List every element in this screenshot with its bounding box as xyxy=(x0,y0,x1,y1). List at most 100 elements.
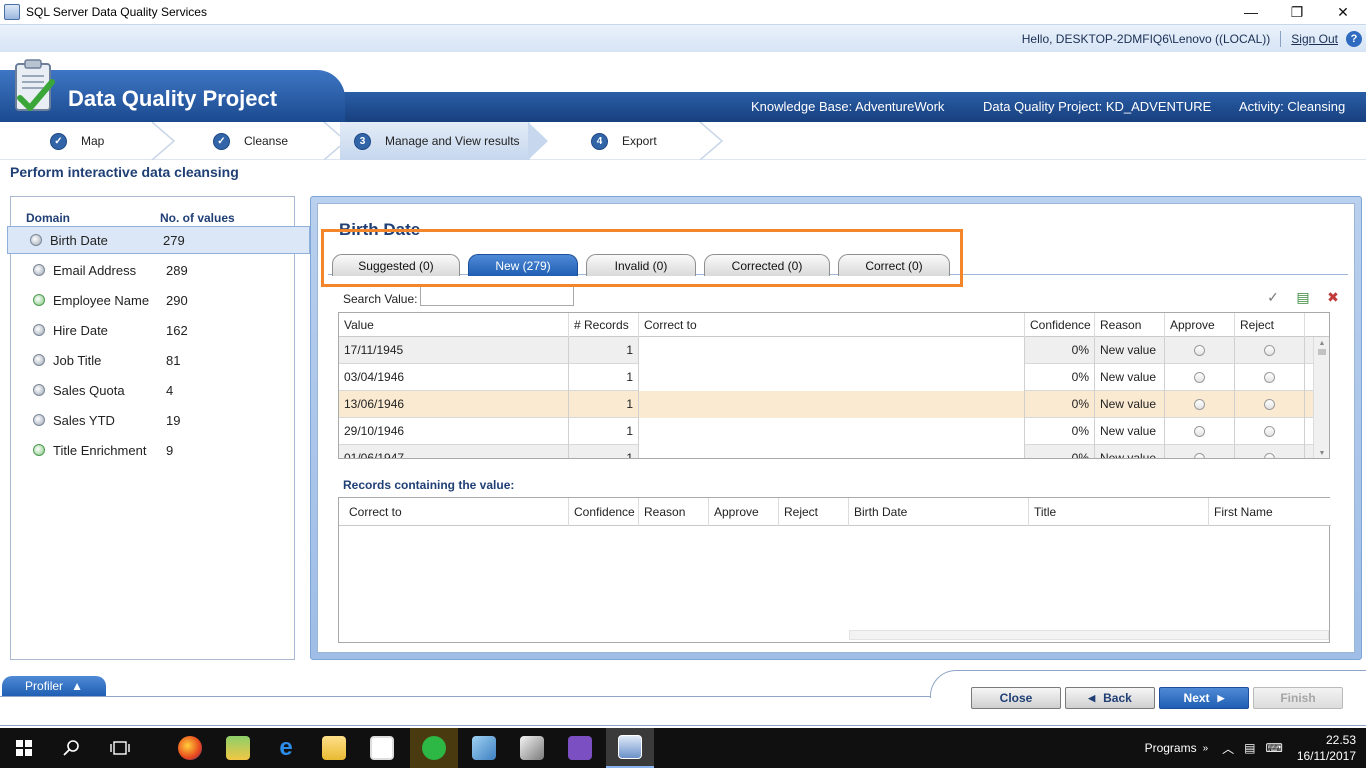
finish-button-label: Finish xyxy=(1280,691,1316,705)
product-title: Data Quality Project xyxy=(68,86,278,111)
project-label: Data Quality Project: KD_ADVENTURE xyxy=(983,99,1212,114)
domain-count: 289 xyxy=(166,262,188,278)
scroll-down-icon[interactable]: ▼ xyxy=(1314,447,1329,458)
column-header-title[interactable]: Title xyxy=(1029,498,1209,526)
domain-item-birth-date[interactable]: Birth Date 279 xyxy=(7,226,310,254)
domain-item-title-enrichment[interactable]: Title Enrichment 9 xyxy=(11,436,314,464)
cell-correct-to[interactable] xyxy=(639,337,1025,364)
approve-radio[interactable] xyxy=(1194,426,1205,438)
taskbar-line[interactable] xyxy=(410,728,458,768)
reject-radio[interactable] xyxy=(1264,426,1275,438)
profiler-tab[interactable]: Profiler ▲ xyxy=(2,676,106,696)
sign-out-link[interactable]: Sign Out xyxy=(1291,32,1338,46)
table-row[interactable]: 17/11/1945 1 0% New value xyxy=(339,337,1314,364)
cell-correct-to[interactable] xyxy=(639,364,1025,391)
taskbar-virtualbox[interactable] xyxy=(460,728,508,768)
taskbar: e Programs » ︿ ▤ ⌨ 22.53 16/11/2017 xyxy=(0,728,1366,768)
table-row[interactable]: 29/10/1946 1 0% New value xyxy=(339,418,1314,445)
step-cleanse[interactable]: ✓ Cleanse xyxy=(213,122,288,160)
reject-icon[interactable]: ✖ xyxy=(1324,288,1342,306)
domain-name: Sales YTD xyxy=(53,412,115,428)
taskbar-maps[interactable] xyxy=(214,728,262,768)
approve-all-icon[interactable]: ✓ xyxy=(1264,288,1282,306)
task-view-button[interactable] xyxy=(96,728,144,768)
domain-item-job-title[interactable]: Job Title 81 xyxy=(11,346,314,374)
keyboard-icon[interactable]: ⌨ xyxy=(1266,741,1283,755)
page-heading: Perform interactive data cleansing xyxy=(10,164,239,180)
column-header-approve[interactable]: Approve xyxy=(1165,313,1235,337)
domain-item-employee-name[interactable]: Employee Name 290 xyxy=(11,286,314,314)
taskbar-dqs-client[interactable] xyxy=(606,728,654,768)
step-export[interactable]: 4 Export xyxy=(591,122,657,160)
approve-radio[interactable] xyxy=(1194,372,1205,384)
finish-button[interactable]: Finish xyxy=(1253,687,1343,709)
column-header-reason[interactable]: Reason xyxy=(1095,313,1165,337)
cell-reject xyxy=(1235,391,1305,418)
domain-item-sales-ytd[interactable]: Sales YTD 19 xyxy=(11,406,314,434)
composite-domain-icon xyxy=(33,294,45,306)
column-header-confidence[interactable]: Confidence xyxy=(569,498,639,526)
column-header-birth-date[interactable]: Birth Date xyxy=(849,498,1029,526)
app-icon xyxy=(4,4,20,20)
table-row[interactable]: 01/06/1947 1 0% New value xyxy=(339,445,1314,458)
reject-radio[interactable] xyxy=(1264,345,1275,357)
column-header-reject[interactable]: Reject xyxy=(779,498,849,526)
table-row-selected[interactable]: 13/06/1946 1 0% New value xyxy=(339,391,1314,418)
reject-radio[interactable] xyxy=(1264,399,1275,411)
domain-item-sales-quota[interactable]: Sales Quota 4 xyxy=(11,376,314,404)
search-label: Search Value: xyxy=(343,292,418,306)
column-header-first-name[interactable]: First Name xyxy=(1209,498,1329,526)
search-value-input[interactable] xyxy=(420,286,574,306)
taskbar-tools[interactable] xyxy=(508,728,556,768)
approve-radio[interactable] xyxy=(1194,453,1205,458)
reject-radio[interactable] xyxy=(1264,372,1275,384)
start-button[interactable] xyxy=(0,728,48,768)
horizontal-scrollbar[interactable] xyxy=(849,630,1329,640)
back-button[interactable]: ◀ Back xyxy=(1065,687,1155,709)
column-header-records[interactable]: # Records xyxy=(569,313,639,337)
cell-confidence: 0% xyxy=(1025,391,1095,418)
table-row[interactable]: 03/04/1946 1 0% New value xyxy=(339,364,1314,391)
cell-reject xyxy=(1235,418,1305,445)
tray-programs[interactable]: Programs xyxy=(1145,741,1197,755)
taskbar-store[interactable] xyxy=(358,728,406,768)
cell-correct-to[interactable] xyxy=(639,418,1025,445)
taskbar-edge[interactable]: e xyxy=(262,728,310,768)
column-header-correct-to[interactable]: Correct to xyxy=(339,498,569,526)
approve-radio[interactable] xyxy=(1194,399,1205,411)
help-icon[interactable]: ? xyxy=(1346,30,1362,47)
step-manage-results[interactable]: 3 Manage and View results xyxy=(340,122,530,160)
minimize-button[interactable]: — xyxy=(1228,0,1274,24)
taskbar-visual-studio[interactable] xyxy=(556,728,604,768)
column-header-confidence[interactable]: Confidence xyxy=(1025,313,1095,337)
reject-radio[interactable] xyxy=(1264,453,1275,458)
next-button[interactable]: Next ▶ xyxy=(1159,687,1249,709)
step-map[interactable]: ✓ Map xyxy=(50,122,104,160)
next-button-label: Next xyxy=(1183,691,1210,705)
taskbar-file-explorer[interactable] xyxy=(310,728,358,768)
taskbar-firefox[interactable] xyxy=(166,728,214,768)
vertical-scrollbar[interactable]: ▲ ▼ xyxy=(1313,337,1329,458)
scroll-up-icon[interactable]: ▲ xyxy=(1314,337,1329,349)
search-button[interactable] xyxy=(48,728,96,768)
column-header-approve[interactable]: Approve xyxy=(709,498,779,526)
domain-item-email-address[interactable]: Email Address 289 xyxy=(11,256,314,284)
column-header-correct-to[interactable]: Correct to xyxy=(639,313,1025,337)
cell-reason: New value xyxy=(1095,391,1165,418)
column-header-reason[interactable]: Reason xyxy=(639,498,709,526)
maximize-button[interactable]: ❐ xyxy=(1274,0,1320,24)
scroll-thumb[interactable] xyxy=(1318,349,1326,355)
user-bar: Hello, DESKTOP-2DMFIQ6\Lenovo ((LOCAL)) … xyxy=(0,24,1366,52)
cell-correct-to[interactable] xyxy=(639,445,1025,458)
close-button[interactable]: Close xyxy=(971,687,1061,709)
export-icon[interactable]: ▤ xyxy=(1294,288,1312,306)
notification-icon[interactable]: ▤ xyxy=(1244,741,1255,755)
approve-radio[interactable] xyxy=(1194,345,1205,357)
cell-correct-to[interactable] xyxy=(639,391,1025,418)
column-header-value[interactable]: Value xyxy=(339,313,569,337)
chevron-up-icon[interactable]: ︿ xyxy=(1222,740,1234,757)
close-window-button[interactable]: ✕ xyxy=(1320,0,1366,24)
column-header-reject[interactable]: Reject xyxy=(1235,313,1305,337)
clock[interactable]: 22.53 16/11/2017 xyxy=(1297,732,1356,764)
domain-item-hire-date[interactable]: Hire Date 162 xyxy=(11,316,314,344)
